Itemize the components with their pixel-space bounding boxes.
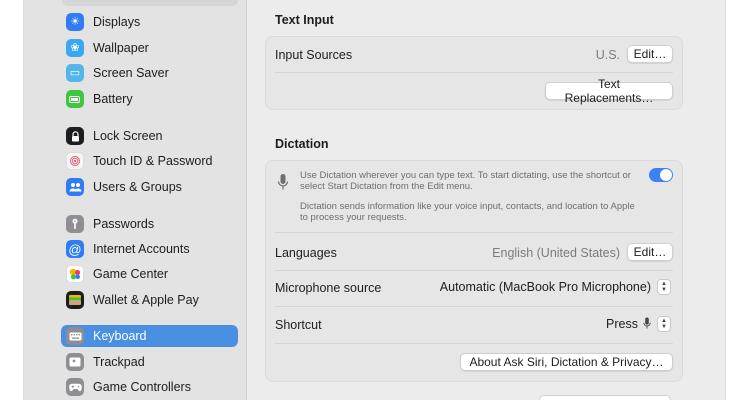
languages-value: English (United States)	[492, 246, 620, 260]
sidebar-item-label: Wallet & Apple Pay	[93, 293, 199, 307]
sun-icon: ☀	[66, 13, 84, 31]
divider	[275, 270, 673, 271]
text-input-card: Input Sources U.S. Edit… Text Replacemen…	[265, 36, 683, 110]
microphone-source-popup[interactable]: Automatic (MacBook Pro Microphone) ▲ ▼	[440, 279, 671, 295]
battery-icon	[66, 90, 84, 108]
sidebar-item-label: Wallpaper	[93, 41, 149, 55]
microphone-icon	[277, 173, 289, 196]
flower-icon: ❀	[66, 39, 84, 57]
settings-window: ☀ Displays ❀ Wallpaper ▭ Screen Saver Ba…	[23, 0, 726, 400]
sidebar-item-label: Game Center	[93, 267, 169, 281]
wallet-icon	[66, 291, 84, 309]
sidebar-item-lock-screen[interactable]: Lock Screen	[61, 125, 238, 147]
sidebar-item-label: Battery	[93, 92, 133, 106]
sidebar-item-displays[interactable]: ☀ Displays	[61, 11, 238, 33]
chevron-up-down-icon: ▲ ▼	[657, 279, 671, 295]
divider	[275, 72, 673, 73]
sidebar: ☀ Displays ❀ Wallpaper ▭ Screen Saver Ba…	[24, 0, 247, 400]
shortcut-value: Press	[606, 317, 638, 331]
input-sources-label: Input Sources	[275, 48, 353, 62]
microphone-source-value: Automatic (MacBook Pro Microphone)	[439, 280, 651, 294]
fingerprint-icon	[66, 152, 84, 170]
sidebar-item-label: Users & Groups	[93, 180, 182, 194]
sidebar-item-wallet[interactable]: Wallet & Apple Pay	[61, 289, 238, 311]
sidebar-item-label: Game Controllers	[93, 380, 191, 394]
about-siri-dictation-privacy-button[interactable]: About Ask Siri, Dictation & Privacy…	[460, 353, 673, 371]
keyboard-icon	[66, 327, 84, 345]
sidebar-item-passwords[interactable]: Passwords	[61, 213, 238, 235]
screen-saver-icon: ▭	[66, 64, 84, 82]
sidebar-item-label: Internet Accounts	[93, 242, 190, 256]
sidebar-item-battery[interactable]: Battery	[61, 88, 238, 110]
divider	[275, 232, 673, 233]
sidebar-item-label: Lock Screen	[93, 129, 163, 143]
sidebar-item-touch-id[interactable]: Touch ID & Password	[61, 150, 238, 172]
sidebar-item-wallpaper[interactable]: ❀ Wallpaper	[61, 37, 238, 59]
sidebar-item-label: Trackpad	[93, 355, 145, 369]
divider	[275, 343, 673, 344]
dictation-description: Use Dictation wherever you can type text…	[300, 170, 631, 192]
input-sources-value: U.S.	[595, 48, 620, 62]
text-replacements-button[interactable]: Text Replacements…	[545, 77, 673, 105]
input-sources-edit-button[interactable]: Edit…	[627, 45, 673, 63]
divider	[275, 306, 673, 307]
sidebar-item-label: Passwords	[93, 217, 155, 231]
partial-button-bottom[interactable]	[539, 395, 671, 400]
dictation-heading: Dictation	[275, 137, 329, 151]
sidebar-item-label: Touch ID & Password	[93, 154, 213, 168]
at-icon: @	[66, 240, 84, 258]
game-center-icon	[66, 265, 84, 283]
shortcut-popup[interactable]: Press ▲ ▼	[606, 316, 671, 332]
sidebar-item-keyboard[interactable]: Keyboard	[61, 325, 238, 347]
text-input-heading: Text Input	[275, 13, 334, 27]
sidebar-item-game-center[interactable]: Game Center	[61, 263, 238, 285]
shortcut-label: Shortcut	[275, 318, 322, 332]
dictation-card: Use Dictation wherever you can type text…	[265, 160, 683, 382]
sidebar-item-label: Displays	[93, 15, 141, 29]
chevron-up-down-icon: ▲ ▼	[657, 316, 671, 332]
key-icon	[66, 215, 84, 233]
lock-icon	[66, 127, 84, 145]
sidebar-item-label: Screen Saver	[93, 66, 169, 80]
game-controller-icon	[66, 378, 84, 396]
users-icon	[66, 178, 84, 196]
sidebar-item-screen-saver[interactable]: ▭ Screen Saver	[61, 62, 238, 84]
microphone-source-label: Microphone source	[275, 281, 382, 295]
dictation-toggle[interactable]	[649, 168, 673, 182]
sidebar-item-game-controllers[interactable]: Game Controllers	[61, 376, 238, 398]
languages-edit-button[interactable]: Edit…	[627, 243, 673, 261]
dictation-privacy-note: Dictation sends information like your vo…	[300, 201, 635, 223]
sidebar-item-internet-accounts[interactable]: @ Internet Accounts	[61, 238, 238, 260]
sidebar-item-label: Keyboard	[93, 329, 147, 343]
sidebar-item-users-groups[interactable]: Users & Groups	[61, 176, 238, 198]
languages-label: Languages	[275, 246, 337, 260]
sidebar-selected-item-top[interactable]	[62, 0, 238, 6]
keyboard-settings-pane: Text Input Input Sources U.S. Edit… Text…	[247, 0, 725, 400]
trackpad-icon	[66, 353, 84, 371]
sidebar-item-trackpad[interactable]: Trackpad	[61, 351, 238, 373]
microphone-icon	[643, 317, 651, 332]
